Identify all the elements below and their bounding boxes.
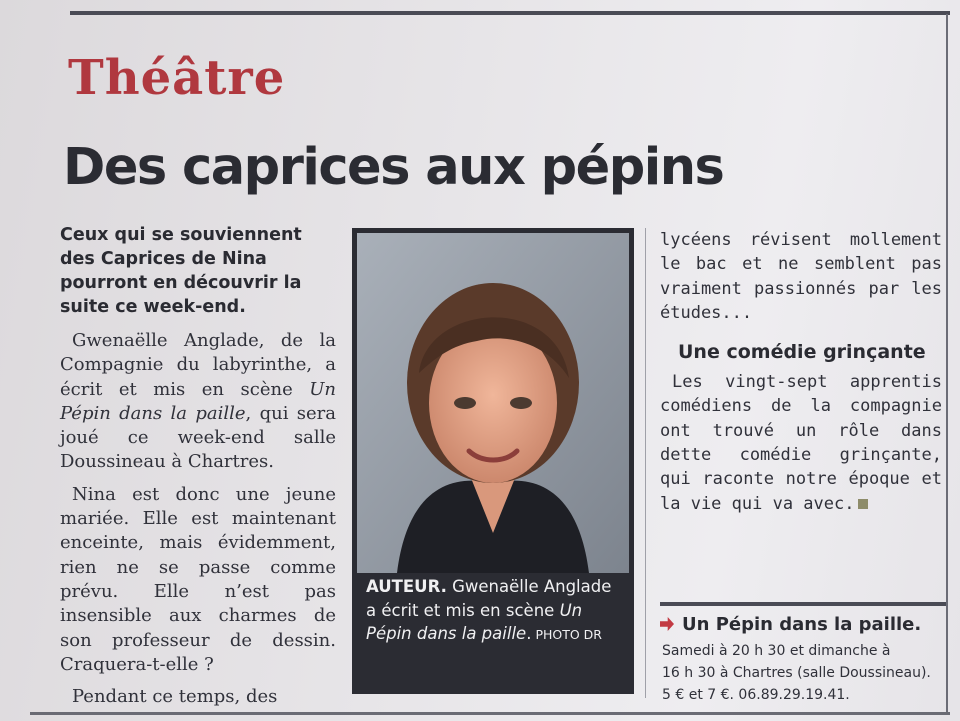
paragraph-5: Les vingt-sept apprentis comédiens de la…	[660, 370, 942, 516]
arrow-right-icon	[660, 617, 674, 631]
top-rule	[70, 11, 950, 15]
photo-block: AUTEUR. Gwenaëlle Anglade a écrit et mis…	[352, 228, 634, 694]
info-line-2: 16 h 30 à Chartres (salle Doussineau).	[662, 665, 931, 681]
paragraph-2: Nina est donc une jeune mariée. Elle est…	[60, 483, 336, 675]
author-portrait	[357, 233, 629, 573]
right-rule	[946, 14, 948, 714]
headline: Des caprices aux pépins	[63, 138, 725, 197]
article-column-right: lycéens révisent mollement le bac et ne …	[660, 228, 942, 516]
info-line-1: Samedi à 20 h 30 et dimanche à	[662, 643, 891, 659]
info-title: Un Pépin dans la paille.	[660, 614, 946, 636]
photo-credit: PHOTO DR	[535, 627, 602, 642]
info-line-3: 5 € et 7 €. 06.89.29.19.41.	[662, 687, 850, 703]
bottom-rule	[30, 712, 950, 715]
article-intro: Ceux qui se souviennent des Caprices de …	[60, 225, 302, 317]
section-rubric: Théâtre	[68, 50, 286, 106]
paragraph-1: Gwenaëlle Anglade, de la Compagnie du la…	[60, 329, 336, 475]
subheading: Une comédie grinçante	[678, 341, 926, 364]
caption-lead: AUTEUR.	[366, 577, 447, 596]
paragraph-3: Pendant ce temps, des	[72, 686, 278, 708]
end-of-article-mark	[858, 498, 869, 509]
paragraph-4: lycéens révisent mollement le bac et ne …	[660, 230, 942, 323]
caption-text-b: .	[526, 624, 532, 643]
practical-info-box: Un Pépin dans la paille. Samedi à 20 h 3…	[660, 602, 946, 706]
paragraph-5-text: Les vingt-sept apprentis comédiens de la…	[660, 372, 942, 514]
paragraph-1-text-a: Gwenaëlle Anglade, de la Compagnie du la…	[60, 330, 336, 400]
newspaper-page: Théâtre Des caprices aux pépins Ceux qui…	[0, 0, 960, 721]
article-column-left: Ceux qui se souviennent des Caprices de …	[60, 223, 336, 709]
info-title-text: Un Pépin dans la paille.	[682, 614, 922, 635]
info-details: Samedi à 20 h 30 et dimanche à 16 h 30 à…	[662, 640, 946, 706]
column-rule	[645, 228, 646, 698]
photo-caption: AUTEUR. Gwenaëlle Anglade a écrit et mis…	[366, 575, 624, 647]
